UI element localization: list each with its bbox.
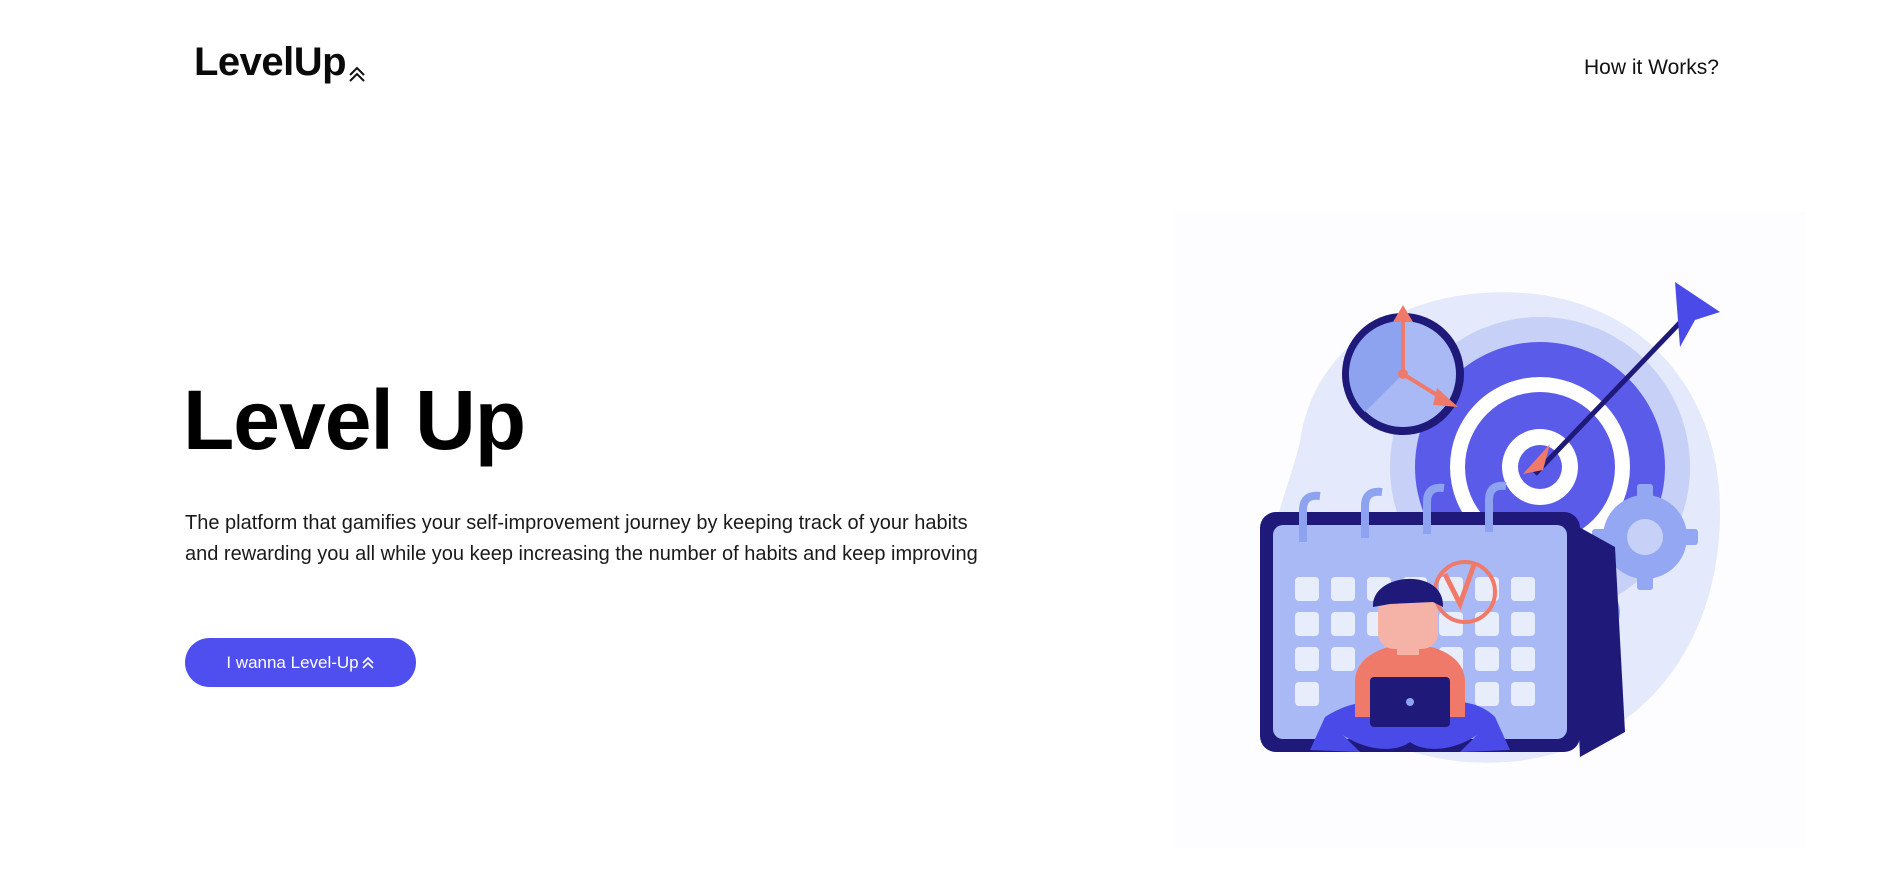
site-header: LevelUp How it Works?: [0, 0, 1897, 140]
hero-title: Level Up: [183, 373, 526, 467]
logo[interactable]: LevelUp: [194, 40, 366, 93]
nav-link-how-it-works[interactable]: How it Works?: [1584, 56, 1719, 80]
double-chevron-up-icon: [348, 48, 366, 93]
level-up-cta-button[interactable]: I wanna Level-Up: [185, 638, 416, 687]
double-chevron-up-icon: [361, 656, 375, 670]
hero-description: The platform that gamifies your self-imp…: [185, 512, 978, 565]
logo-text: LevelUp: [194, 40, 347, 84]
cta-label: I wanna Level-Up: [226, 652, 359, 672]
hero-illustration: [1175, 212, 1805, 848]
